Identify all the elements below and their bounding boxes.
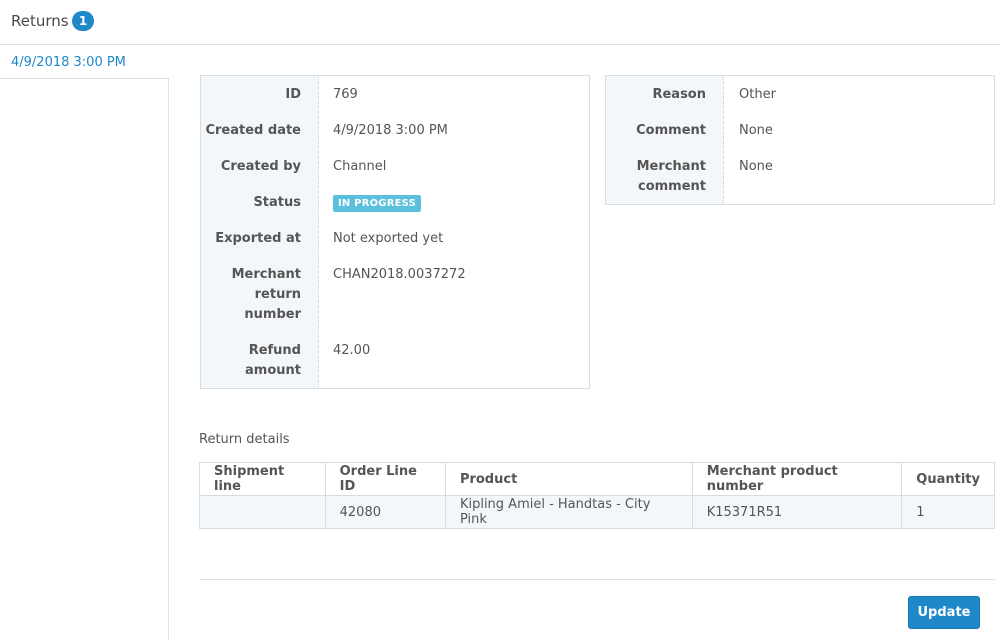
update-button[interactable]: Update bbox=[908, 596, 980, 629]
refund-amount-label-line2: amount bbox=[245, 363, 301, 378]
left-panel bbox=[0, 78, 169, 640]
created-date-label: Created date bbox=[205, 123, 301, 138]
returns-count-badge: 1 bbox=[72, 11, 94, 31]
exported-at-value: Not exported yet bbox=[333, 231, 444, 246]
refund-amount-label-line1: Refund bbox=[248, 343, 301, 358]
cell-merchant-product-number: K15371R51 bbox=[691, 495, 903, 529]
created-by-value: Channel bbox=[333, 159, 387, 174]
cell-quantity: 1 bbox=[901, 495, 995, 529]
column-header-quantity: Quantity bbox=[901, 462, 995, 496]
reason-info-panel: Reason Other Comment None Merchant comme… bbox=[605, 75, 995, 205]
comment-label: Comment bbox=[636, 123, 706, 138]
merchant-return-number-value: CHAN2018.0037272 bbox=[333, 267, 466, 282]
comment-value: None bbox=[739, 123, 773, 138]
cell-order-line-id: 42080 bbox=[324, 495, 446, 529]
column-header-product: Product bbox=[444, 462, 693, 496]
status-badge: IN PROGRESS bbox=[333, 195, 421, 212]
table-row: 42080 Kipling Amiel - Handtas - City Pin… bbox=[199, 495, 995, 529]
return-details-title: Return details bbox=[199, 432, 290, 447]
cell-product: Kipling Amiel - Handtas - City Pink bbox=[444, 495, 693, 529]
page-title: Returns bbox=[11, 12, 69, 30]
table-header-row: Shipment line Order Line ID Product Merc… bbox=[199, 462, 995, 496]
footer-divider bbox=[199, 579, 995, 580]
created-date-value: 4/9/2018 3:00 PM bbox=[333, 123, 448, 138]
merchant-return-number-label-line3: number bbox=[244, 307, 301, 322]
return-date-link[interactable]: 4/9/2018 3:00 PM bbox=[11, 55, 126, 70]
status-label: Status bbox=[253, 195, 301, 210]
reason-label: Reason bbox=[652, 87, 706, 102]
return-info-panel: ID 769 Created date 4/9/2018 3:00 PM Cre… bbox=[200, 75, 590, 389]
merchant-return-number-label-line1: Merchant bbox=[231, 267, 301, 282]
refund-amount-value: 42.00 bbox=[333, 343, 371, 358]
merchant-comment-label-line1: Merchant bbox=[636, 159, 706, 174]
cell-shipment-line bbox=[199, 495, 326, 529]
exported-at-label: Exported at bbox=[215, 231, 301, 246]
return-details-table: Shipment line Order Line ID Product Merc… bbox=[199, 462, 995, 529]
reason-value: Other bbox=[739, 87, 776, 102]
id-label: ID bbox=[285, 87, 301, 102]
merchant-return-number-label-line2: return bbox=[254, 287, 301, 302]
merchant-comment-value: None bbox=[739, 159, 773, 174]
created-by-label: Created by bbox=[220, 159, 301, 174]
column-header-merchant-product-number: Merchant product number bbox=[691, 462, 903, 496]
column-header-order-line-id: Order Line ID bbox=[324, 462, 446, 496]
column-header-shipment-line: Shipment line bbox=[199, 462, 326, 496]
id-value: 769 bbox=[333, 87, 358, 102]
merchant-comment-label-line2: comment bbox=[637, 179, 706, 194]
page-header: Returns 1 bbox=[0, 0, 1000, 45]
